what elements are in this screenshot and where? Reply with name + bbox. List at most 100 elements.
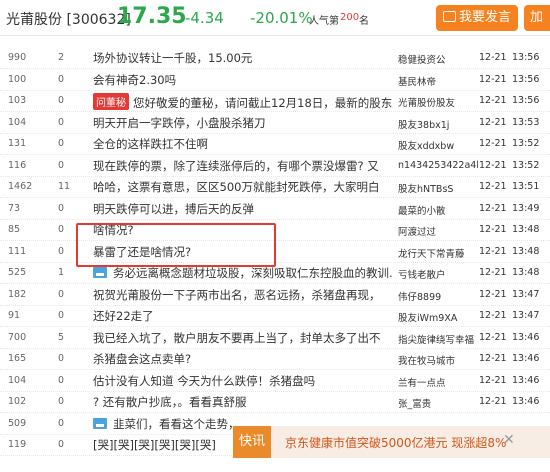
post-time: 13:48 [512,267,540,278]
read-count: 73 [8,202,21,214]
post-date: 12-21 [479,245,507,257]
post-title-link[interactable]: 全仓的这样跌扛不住啊 [93,136,208,152]
reply-count: 0 [58,374,65,386]
post-title-text: [哭][哭][哭][哭][哭][哭] [93,438,216,452]
post-title-link[interactable]: 杀猪盘会这点卖单? [93,351,191,367]
post-title-link[interactable]: 祝贺光莆股份一下子两市出名，恶名远扬，杀猪盘再现， [93,287,381,303]
post-title-link[interactable]: 哈哈，这票有意思，区区500万就能封死跌停，大家明白 [93,179,379,195]
post-title-text: 明天跌停可以进，搏后天的反弹 [93,201,254,216]
table-row[interactable]: 131 0 全仓的这样跌扛不住啊 股友xddxbw 12-21 13:52 [0,134,550,155]
post-author[interactable]: 股友38bx1j [398,117,478,131]
post-author[interactable]: 稳健投资公 [398,52,478,66]
read-count: 119 [8,439,27,450]
read-count: 525 [8,267,27,278]
post-time: 13:48 [512,224,540,235]
post-author[interactable]: 股友hNTBsS [398,181,478,195]
read-count: 1462 [8,181,33,192]
close-icon[interactable]: ✕ [503,432,515,448]
post-time: 13:47 [512,288,540,300]
table-row[interactable]: 104 0 估计没有人知道 今天为什么跌停！杀猪盘吗 兰有一点点 12-21 13:46 [0,371,550,392]
post-author[interactable]: 阿渡过过 [398,224,478,238]
read-count: 91 [8,310,21,321]
post-author[interactable]: 最菜的小散 [398,203,478,217]
reply-count: 11 [58,181,71,192]
post-author[interactable]: 指尖旋律绕写幸福 [398,332,478,346]
post-title-link[interactable]: 估计没有人知道 今天为什么跌停！杀猪盘吗 [93,373,315,389]
post-button-label: 我要发言 [458,10,511,25]
reply-count: 1 [58,267,65,278]
post-date: 12-21 [479,95,507,106]
post-title-link[interactable]: 务必远离概念题材垃圾股，深刻吸取仁东控股血的教训. . [93,265,393,281]
post-title-link[interactable]: 问董秘您好敬爱的董秘，请问截止12月18日，最新的股东人数是 [93,93,393,111]
reply-count: 0 [58,245,65,257]
post-author[interactable]: 我在牧马城市 [398,353,478,367]
post-time: 13:46 [512,374,540,386]
read-count: 85 [8,224,21,235]
table-row[interactable]: 73 0 明天跌停可以进，搏后天的反弹 最菜的小散 12-21 13:49 [0,199,550,220]
post-time: 13:49 [512,202,540,214]
post-title-link[interactable]: 还好22走了 [93,308,154,324]
post-date: 12-21 [479,331,507,343]
post-title-link[interactable]: 韭菜们，看看这个走势， [93,416,240,432]
post-title-text: 场外协议转让一千股，15.00元 [93,51,253,65]
post-author[interactable]: n1434253422a4bcf [398,160,478,171]
table-row[interactable]: 990 2 场外协议转让一千股，15.00元 稳健投资公 12-21 13:56 [0,48,550,69]
reply-count: 0 [58,95,65,106]
table-row[interactable]: 116 0 现在跌停的票，除了连续涨停后的，有哪个票没爆雷? 又 n143425342… [0,156,550,177]
reply-count: 2 [58,52,65,63]
popularity-unit: 名 [359,16,369,27]
table-row[interactable]: 100 0 会有神奇2.30吗 基民林帝 12-21 13:56 [0,70,550,91]
table-row[interactable]: 182 0 祝贺光莆股份一下子两市出名，恶名远扬，杀猪盘再现， 伟仔8899 12-21… [0,285,550,306]
post-button[interactable]: 我要发言 [436,5,518,31]
post-author[interactable]: 张_富贵 [398,396,478,410]
post-author[interactable]: 龙行天下常青藤 [398,246,478,260]
read-count: 165 [8,353,27,364]
table-row[interactable]: 104 0 明天开启一字跌停，小盘股杀猪刀 股友38bx1j 12-21 13:53 [0,113,550,134]
post-title-link[interactable]: 明天跌停可以进，搏后天的反弹 [93,201,254,217]
post-title-text: 祝贺光莆股份一下子两市出名，恶名远扬，杀猪盘再现， [93,287,381,302]
news-flash-text[interactable]: 京东健康市值突破5000亿港元 现涨超8% [285,434,506,451]
post-title-link[interactable]: 明天开启一字跌停，小盘股杀猪刀 [93,115,266,131]
post-date: 12-21 [479,396,507,407]
post-title-link[interactable]: ? 还有散户抄底，。看看真舒服 [93,394,247,410]
read-count: 103 [8,95,27,106]
post-time: 13:56 [512,52,540,63]
post-time: 13:46 [512,396,540,407]
post-author[interactable]: 兰有一点点 [398,375,478,389]
table-row[interactable]: 91 0 还好22走了 股友iWm9XA 12-21 13:47 [0,306,550,327]
post-title-link[interactable]: 现在跌停的票，除了连续涨停后的，有哪个票没爆雷? 又 [93,158,379,174]
highlight-box [76,223,276,267]
news-flash-bar[interactable]: 快讯 京东健康市值突破5000亿港元 现涨超8% ✕ [233,426,550,458]
post-date: 12-21 [479,224,507,235]
post-date: 12-21 [479,159,507,171]
post-title-link[interactable]: 场外协议转让一千股，15.00元 [93,50,252,66]
post-title-text: 您好敬爱的董秘，请问截止12月18日，最新的股东人数是 [133,96,393,110]
table-row[interactable]: 165 0 杀猪盘会这点卖单? 我在牧马城市 12-21 13:46 [0,349,550,370]
table-row[interactable]: 103 0 问董秘您好敬爱的董秘，请问截止12月18日，最新的股东人数是光莆股份股友… [0,91,550,112]
post-author[interactable]: 光莆股份股友 [398,95,478,109]
post-author[interactable]: 伟仔8899 [398,289,478,303]
post-author[interactable]: 股友xddxbw [398,138,478,152]
post-title-link[interactable]: 会有神奇2.30吗 [93,72,176,88]
post-title-text: 明天开启一字跌停，小盘股杀猪刀 [93,115,266,130]
reply-count: 0 [58,116,65,128]
add-favorite-button[interactable]: 加 [524,5,550,31]
post-date: 12-21 [479,288,507,300]
post-title-link[interactable]: 我已经入坑了，散户朋友不要再上当了，封单太多了出不 [93,330,381,346]
post-date: 12-21 [479,374,507,386]
read-count: 990 [8,52,27,63]
reply-count: 0 [58,310,65,321]
post-title-link[interactable]: [哭][哭][哭][哭][哭][哭] [93,437,216,453]
post-title-text: 务必远离概念题材垃圾股，深刻吸取仁东控股血的教训. . [113,266,393,280]
post-author[interactable]: 亏钱老散户 [398,267,478,281]
post-author[interactable]: 股友iWm9XA [398,310,478,324]
stock-name[interactable]: 光莆股份 [300632] [6,9,131,29]
post-title-text: 还好22走了 [93,309,154,323]
table-row[interactable]: 700 5 我已经入坑了，散户朋友不要再上当了，封单太多了出不 指尖旋律绕写幸福 12-… [0,328,550,349]
table-row[interactable]: 102 0 ? 还有散户抄底，。看看真舒服 张_富贵 12-21 13:46 [0,392,550,413]
image-icon [93,417,107,429]
post-time: 13:46 [512,331,540,343]
table-row[interactable]: 1462 11 哈哈，这票有意思，区区500万就能封死跌停，大家明白 股友hNTBsS… [0,177,550,198]
reply-count: 0 [58,353,65,364]
post-author[interactable]: 基民林帝 [398,74,478,88]
